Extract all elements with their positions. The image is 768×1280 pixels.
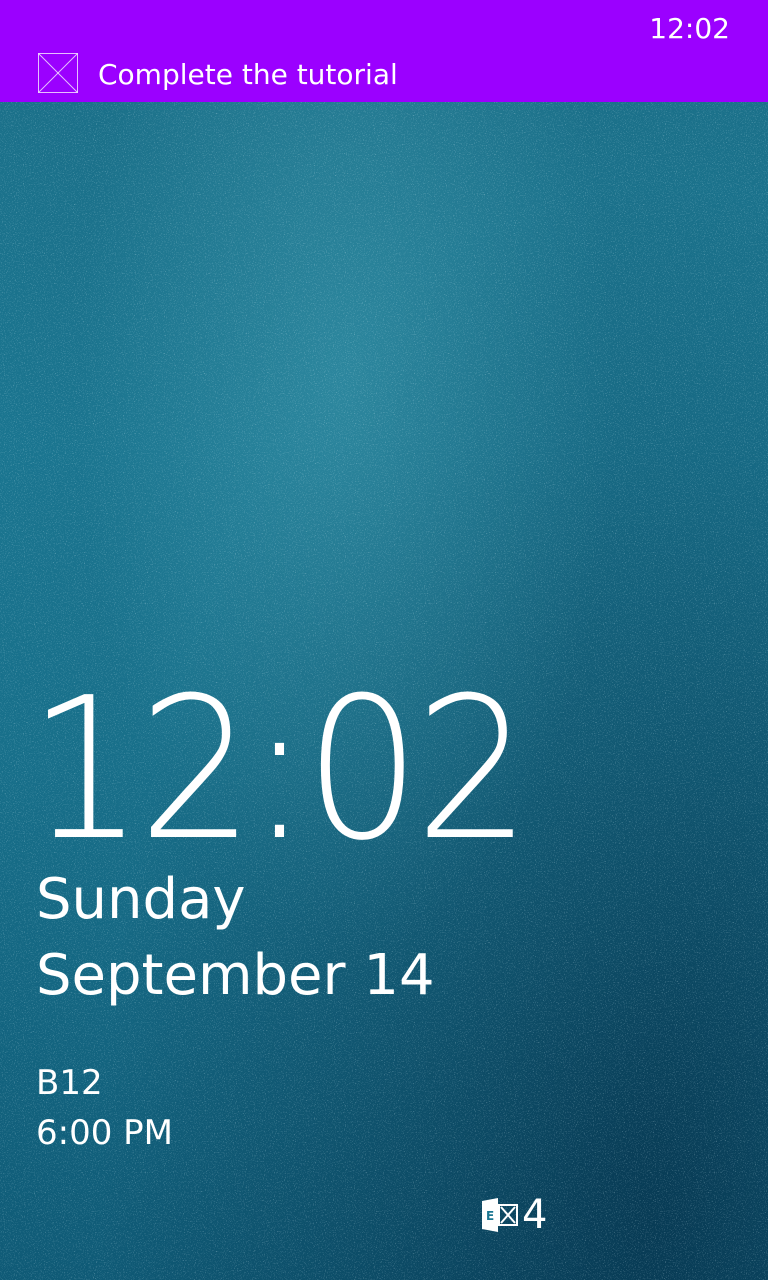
- lock-screen: 12:02 Complete the tutorial 12:02 Sunday…: [0, 0, 768, 1280]
- placeholder-image-icon: [38, 53, 78, 93]
- day-label: Sunday: [36, 867, 246, 932]
- notification-banner[interactable]: 12:02 Complete the tutorial: [0, 0, 768, 102]
- calendar-event-time: 6:00 PM: [36, 1113, 173, 1153]
- notification-text: Complete the tutorial: [98, 58, 398, 91]
- date-label: September 14: [36, 943, 435, 1008]
- wallpaper-texture: [0, 0, 768, 1280]
- calendar-event-title: B12: [36, 1063, 103, 1103]
- lock-screen-clock: 12:02: [28, 656, 531, 884]
- svg-text:E: E: [486, 1209, 494, 1223]
- mail-count: 4: [522, 1192, 548, 1238]
- exchange-mail-icon: E: [482, 1198, 518, 1232]
- mail-notification: E 4: [480, 1195, 547, 1235]
- status-time: 12:02: [649, 12, 730, 45]
